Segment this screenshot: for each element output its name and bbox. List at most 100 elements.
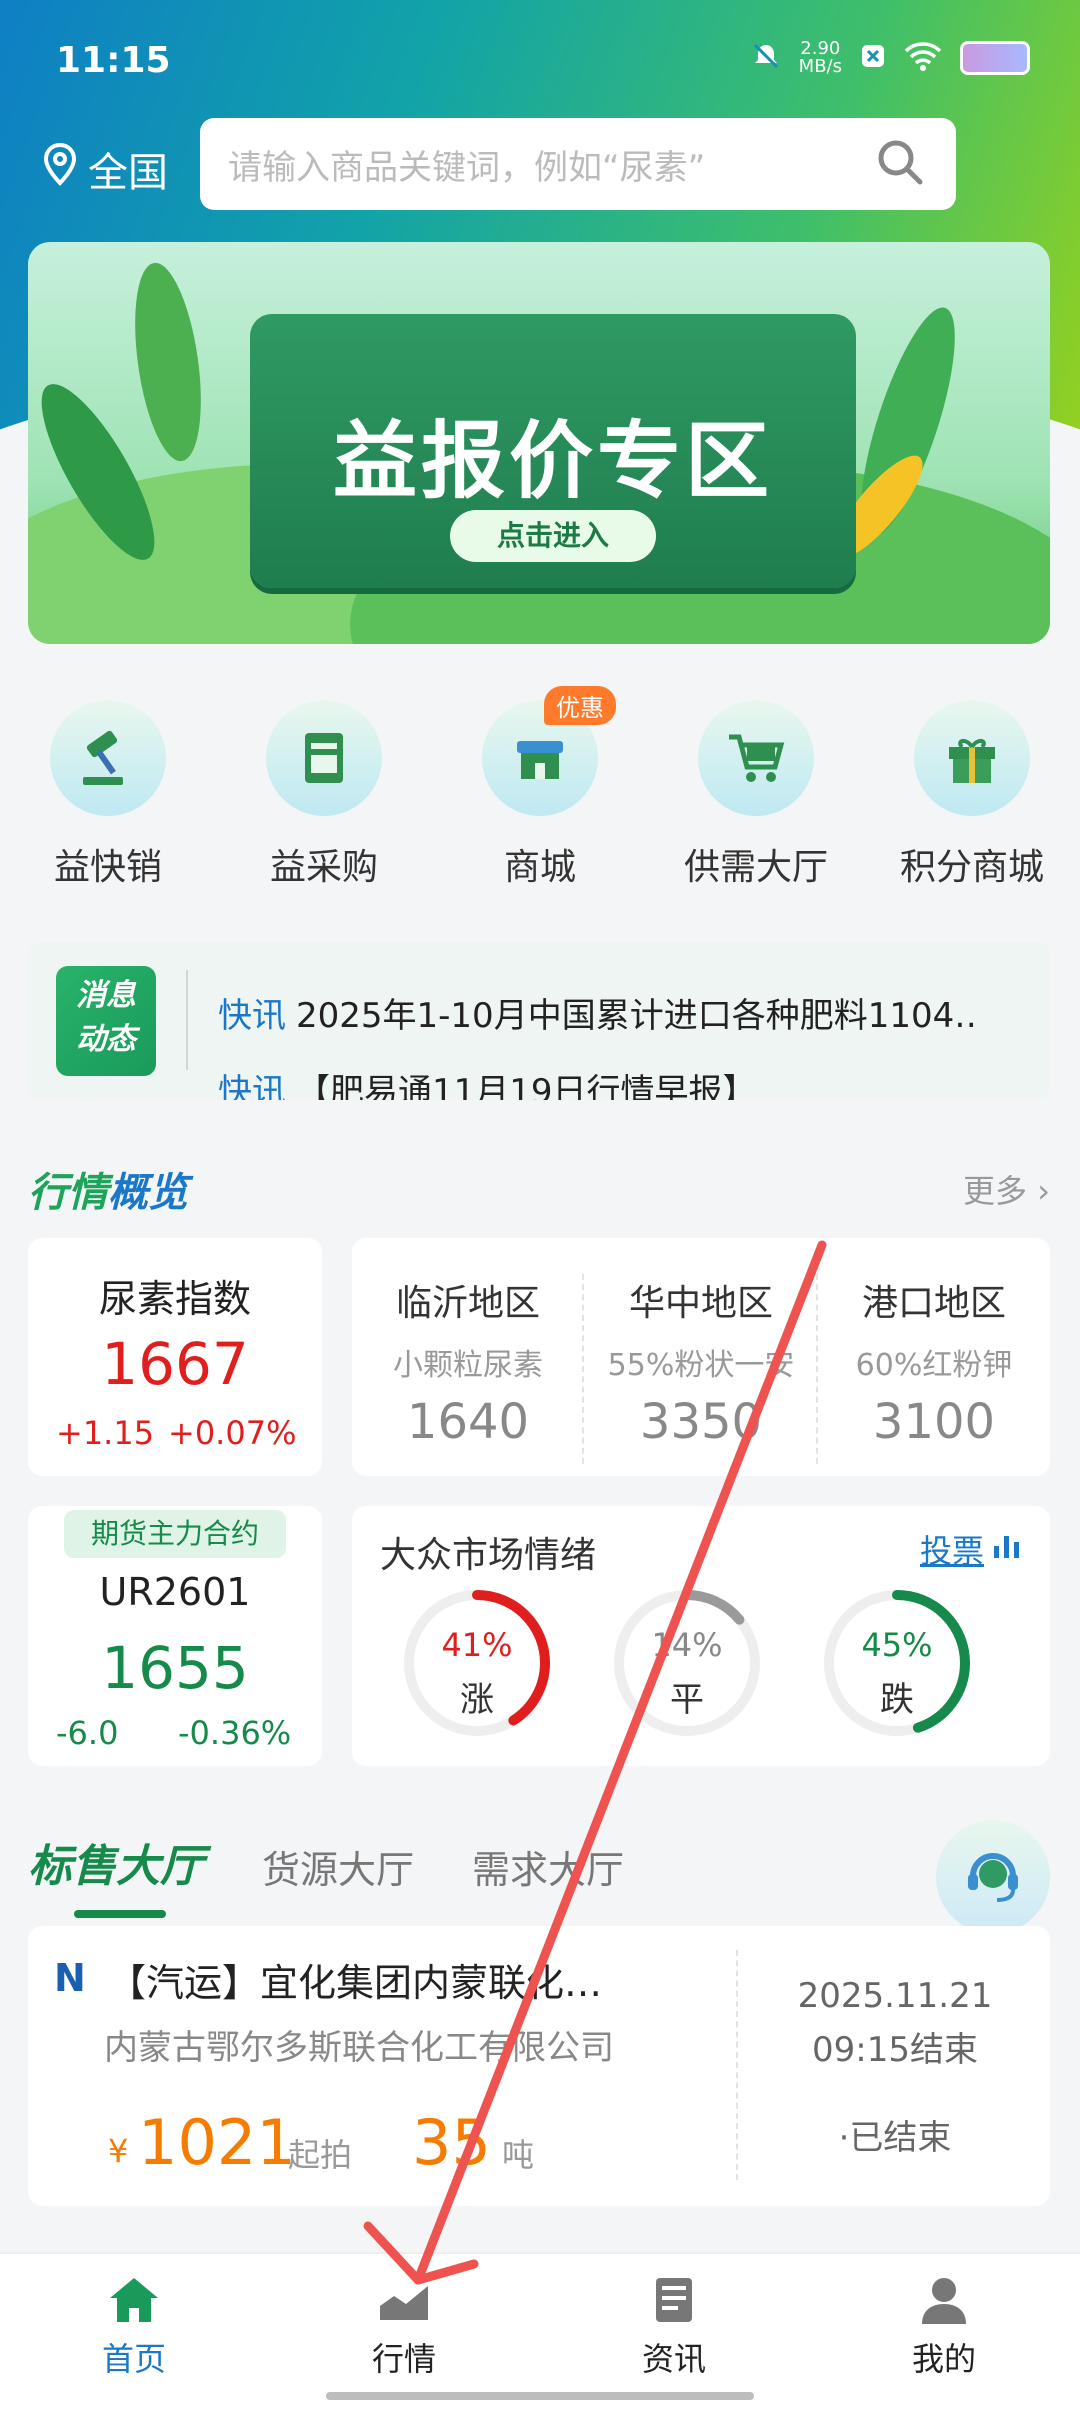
news-item[interactable]: 快讯 2025年1-10月中国累计进口各种肥料1104‥ (218, 988, 977, 1037)
banner-enter-button[interactable]: 点击进入 (450, 510, 656, 562)
home-icon (106, 2278, 162, 2330)
quick-item-purchase[interactable]: 益采购 (224, 700, 424, 890)
quick-item-mall[interactable]: 优惠 商城 (440, 686, 640, 890)
nav-label: 首页 (101, 2340, 166, 2378)
futures-pct: -0.36% (178, 1714, 292, 1752)
futures-card[interactable]: 期货主力合约 UR2601 1655 -6.0 -0.36% (28, 1506, 322, 1766)
quick-item-fast-sale[interactable]: 益快销 (8, 700, 208, 890)
price-currency: ¥ (108, 2132, 129, 2170)
region-product: 55%粉状一安 (607, 1348, 795, 1383)
more-label: 更多 (963, 1172, 1028, 1210)
battery-icon (960, 41, 1030, 75)
quick-item-label: 商城 (503, 847, 576, 888)
market-overview-title: 行情概览 (28, 1160, 188, 1218)
futures-code: UR2601 (99, 1570, 251, 1614)
futures-change: -6.0 (56, 1714, 119, 1752)
gavel-icon (50, 700, 166, 816)
bar-chart-icon (992, 1530, 1022, 1568)
more-link[interactable]: 更多 › (963, 1166, 1050, 1212)
hall-tabs: 标售大厅 货源大厅 需求大厅 (28, 1830, 624, 1918)
title-part: 概览 (108, 1170, 188, 1216)
region-price: 3350 (639, 1394, 763, 1450)
nav-market[interactable]: 行情 (334, 2274, 474, 2380)
headset-icon (958, 1840, 1028, 1914)
tab-supply-hall[interactable]: 货源大厅 (262, 1839, 414, 1894)
news-item[interactable]: 快讯 【肥易通11月19日行情早报】 (218, 1064, 757, 1100)
quick-item-label: 积分商城 (899, 847, 1044, 888)
chart-icon (376, 2286, 432, 2330)
listing-date: 2025.11.21 (797, 1976, 993, 2016)
gift-icon (914, 700, 1030, 816)
nav-home[interactable]: 首页 (64, 2274, 204, 2380)
quick-item-supply-demand[interactable]: 供需大厅 (656, 700, 856, 890)
news-text: 2025年1-10月中国累计进口各种肥料1104‥ (296, 996, 977, 1036)
sentiment-up-gauge: 41% 涨 (402, 1588, 552, 1738)
nav-label: 我的 (911, 2340, 976, 2378)
region-item[interactable]: 华中地区 55%粉状一安 3350 (585, 1238, 817, 1450)
tab-bidding-hall[interactable]: 标售大厅 (28, 1830, 204, 1918)
news-tag: 消息 动态 (56, 966, 156, 1076)
region-product: 60%红粉钾 (855, 1348, 1013, 1383)
status-bar: 11:15 2.90 MB/s (0, 0, 1080, 120)
quick-item-points-mall[interactable]: 积分商城 (872, 700, 1072, 890)
search-bar[interactable]: 请输入商品关键词，例如“尿素” (200, 118, 956, 210)
gauge-pct: 41% (441, 1626, 513, 1664)
listing-price: 1021 (138, 2106, 296, 2179)
futures-value: 1655 (101, 1634, 249, 1702)
wifi-icon (904, 41, 942, 76)
quick-menu: 益快销 益采购 优惠 商城 供需大厅 积分商城 (0, 686, 1080, 890)
home-indicator (326, 2392, 754, 2400)
listing-card[interactable]: N 【汽运】宜化集团内蒙联化… 内蒙古鄂尔多斯联合化工有限公司 ¥ 1021 起… (28, 1926, 1050, 2206)
mall-discount-badge: 优惠 (544, 686, 616, 725)
nav-mine[interactable]: 我的 (874, 2274, 1014, 2380)
location-selector[interactable]: 全国 (40, 140, 168, 198)
location-label: 全国 (88, 150, 168, 196)
news-divider (186, 970, 188, 1070)
bottom-nav: 首页 行情 资讯 我的 (0, 2252, 1080, 2410)
sentiment-down-gauge: 45% 跌 (822, 1588, 972, 1738)
listing-end-time: 09:15结束 (812, 2030, 978, 2070)
listing-status: ·已结束 (838, 2118, 952, 2158)
urea-index-value: 1667 (101, 1330, 249, 1398)
listing-title: 【汽运】宜化集团内蒙联化… (108, 1961, 603, 2005)
news-tag-line: 消息 (76, 978, 136, 1013)
chevron-right-icon: › (1037, 1172, 1050, 1210)
divider (582, 1274, 584, 1464)
promo-banner[interactable]: 益报价专区 点击进入 (28, 242, 1050, 644)
title-part: 行情 (28, 1170, 108, 1216)
gauge-label: 涨 (460, 1680, 494, 1720)
region-item[interactable]: 临沂地区 小颗粒尿素 1640 (352, 1238, 584, 1450)
region-name: 临沂地区 (395, 1283, 540, 1324)
urea-index-card[interactable]: 尿素指数 1667 +1.15 +0.07% (28, 1238, 322, 1476)
customer-service-button[interactable] (936, 1820, 1050, 1934)
sentiment-title: 大众市场情绪 (380, 1535, 597, 1576)
user-icon (916, 2278, 972, 2330)
quick-item-label: 益采购 (269, 847, 378, 888)
region-product: 小颗粒尿素 (393, 1348, 543, 1383)
gauge-pct: 45% (861, 1626, 933, 1664)
region-price: 3100 (872, 1394, 996, 1450)
nav-news[interactable]: 资讯 (604, 2274, 744, 2380)
listing-new-badge: N (54, 1956, 86, 2000)
nav-label: 行情 (371, 2340, 436, 2378)
gauge-pct: 14% (651, 1626, 723, 1664)
vote-label: 投票 (919, 1532, 984, 1570)
net-speed: 2.90 MB/s (798, 38, 842, 77)
location-pin-icon (40, 142, 80, 196)
vote-link[interactable]: 投票 (920, 1526, 1022, 1572)
status-icons: 2.90 MB/s (751, 40, 1030, 76)
urea-index-pct: +0.07% (168, 1414, 297, 1452)
status-time: 11:15 (56, 40, 171, 81)
x-icon (860, 43, 886, 74)
tab-demand-hall[interactable]: 需求大厅 (472, 1839, 624, 1894)
region-name: 华中地区 (628, 1283, 773, 1324)
search-icon[interactable] (874, 136, 926, 192)
urea-index-name: 尿素指数 (98, 1277, 251, 1321)
regional-prices-card[interactable]: 临沂地区 小颗粒尿素 1640 华中地区 55%粉状一安 3350 港口地区 6… (352, 1238, 1050, 1476)
sentiment-flat-gauge: 14% 平 (612, 1588, 762, 1738)
search-input[interactable]: 请输入商品关键词，例如“尿素” (228, 140, 874, 189)
bell-mute-icon (751, 41, 781, 76)
price-unit: 起拍 (288, 2136, 353, 2174)
region-item[interactable]: 港口地区 60%红粉钾 3100 (818, 1238, 1050, 1450)
news-ticker[interactable]: 消息 动态 快讯 2025年1-10月中国累计进口各种肥料1104‥ 快讯 【肥易通… (28, 942, 1050, 1100)
